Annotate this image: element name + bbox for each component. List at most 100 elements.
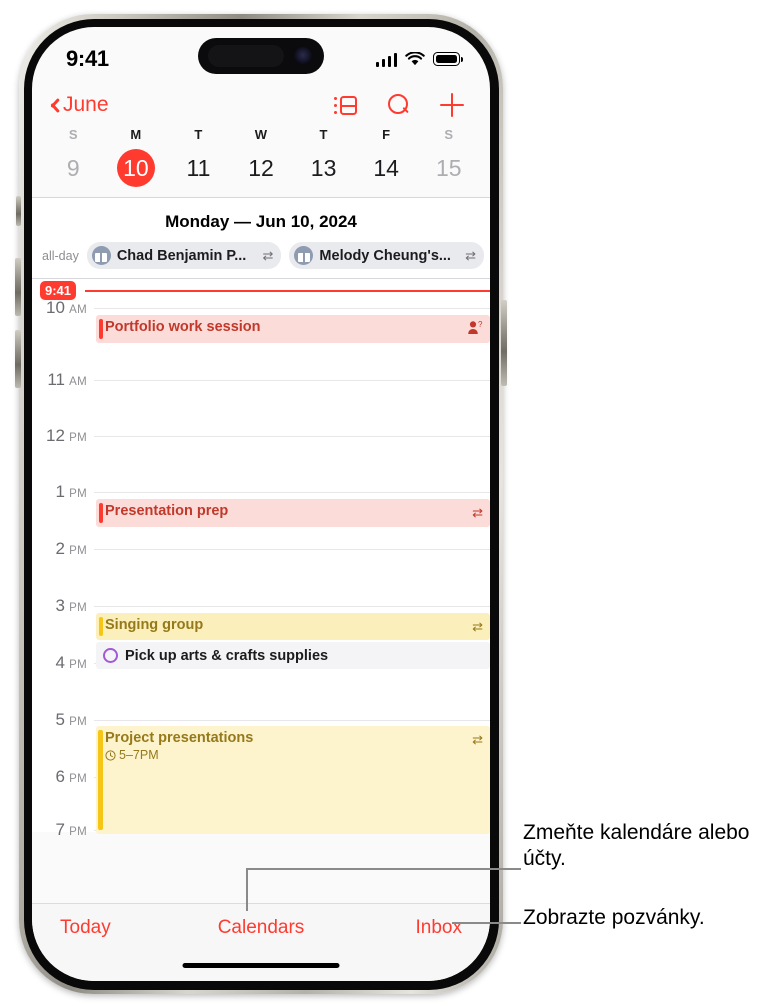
week-day-14[interactable]: 14	[355, 149, 418, 187]
event-presentation-prep[interactable]: Presentation prep ⇄	[96, 499, 490, 527]
week-day-11[interactable]: 11	[167, 149, 230, 187]
hour-number: 1	[55, 482, 65, 501]
hour-ampm: PM	[69, 488, 87, 500]
current-time-label: 9:41	[40, 281, 77, 300]
search-icon[interactable]	[387, 93, 410, 117]
svg-text:?: ?	[478, 321, 483, 329]
week-day-12[interactable]: 12	[230, 149, 293, 187]
today-button[interactable]: Today	[32, 917, 194, 939]
event-title: Presentation prep	[105, 503, 229, 519]
date-number: 14	[373, 154, 399, 181]
repeat-icon: ⇄	[472, 505, 483, 520]
weekday-label: W	[254, 127, 268, 142]
back-to-june-button[interactable]: June	[46, 93, 109, 117]
hour-ampm: PM	[69, 716, 87, 728]
silent-switch[interactable]	[16, 196, 21, 226]
calendars-button[interactable]: Calendars	[194, 917, 328, 939]
repeat-icon: ⇄	[472, 732, 483, 747]
hour-ampm: PM	[69, 826, 87, 838]
clock-icon	[105, 749, 116, 761]
repeat-icon: ⇄	[465, 248, 477, 263]
hour-number: 6	[55, 767, 65, 786]
event-time-text: 5–7PM	[119, 748, 159, 762]
hour-number: 3	[55, 596, 65, 615]
week-day-13[interactable]: 13	[292, 149, 355, 187]
event-title: Portfolio work session	[105, 319, 261, 335]
weekday-label: T	[194, 127, 203, 142]
reminder-pick-up-arts-crafts[interactable]: Pick up arts & crafts supplies	[96, 642, 490, 669]
event-singing-group[interactable]: Singing group ⇄	[96, 613, 490, 640]
date-number: 11	[186, 154, 211, 181]
hour-ampm: PM	[69, 659, 87, 671]
hour-ampm: PM	[69, 773, 87, 785]
volume-up-button[interactable]	[15, 258, 21, 316]
hour-number: 4	[55, 653, 65, 672]
status-indicators	[375, 51, 463, 67]
inbox-button[interactable]: Inbox	[328, 917, 490, 939]
week-day-10[interactable]: 10	[105, 149, 168, 187]
event-title: Project presentations	[105, 730, 254, 746]
navigation-bar: June	[32, 85, 490, 123]
weekday-label: S	[444, 127, 454, 142]
status-time: 9:41	[66, 46, 109, 71]
weekday-label: S	[68, 127, 78, 142]
bottom-toolbar: Today Calendars Inbox	[32, 903, 490, 981]
chevron-left-icon	[46, 96, 57, 115]
dynamic-island	[198, 38, 324, 74]
event-project-presentations[interactable]: Project presentations 5–7PM ⇄	[96, 726, 490, 834]
gift-icon	[294, 246, 314, 265]
event-portfolio-work-session[interactable]: Portfolio work session ?	[96, 315, 490, 343]
nav-actions	[334, 93, 464, 117]
callout-leader-line	[246, 868, 248, 911]
day-header: Monday — Jun 10, 2024	[32, 198, 490, 242]
person-question-icon: ?	[468, 321, 483, 334]
back-button-label: June	[63, 93, 109, 116]
repeat-icon: ⇄	[472, 619, 483, 634]
hour-number: 2	[55, 539, 65, 558]
repeat-icon: ⇄	[262, 248, 274, 263]
all-day-label: all-day	[42, 248, 79, 263]
week-day-9[interactable]: 9	[42, 149, 105, 187]
gift-icon	[91, 246, 111, 265]
date-number: 15	[435, 154, 462, 181]
week-dates-row: 9 10 11 12 13 14 15	[42, 149, 480, 187]
reminder-checkbox-icon[interactable]	[103, 648, 118, 663]
hour-number: 12	[46, 426, 65, 445]
day-timeline[interactable]: 10 AM 11 AM 12 PM 1 PM 2 PM 3 PM 4 PM 5 …	[32, 279, 490, 839]
hour-ampm: PM	[69, 602, 87, 614]
battery-icon	[433, 52, 463, 66]
date-number: 9	[66, 154, 80, 181]
volume-down-button[interactable]	[15, 330, 21, 388]
power-button[interactable]	[501, 300, 507, 386]
hour-ampm: PM	[69, 432, 87, 444]
hour-number: 7	[55, 820, 65, 839]
all-day-event-chip[interactable]: Melody Cheung's... ⇄	[289, 242, 485, 269]
selected-date-pill: 10	[116, 149, 155, 187]
event-time-detail: 5–7PM	[105, 748, 484, 762]
callout-leader-line	[452, 922, 521, 924]
hour-number: 10	[46, 298, 65, 317]
hour-ampm: AM	[69, 304, 87, 316]
all-day-event-title: Chad Benjamin P...	[116, 247, 247, 264]
all-day-event-title: Melody Cheung's...	[319, 247, 451, 264]
all-day-event-chip[interactable]: Chad Benjamin P... ⇄	[86, 242, 282, 269]
week-day-15[interactable]: 15	[417, 149, 480, 187]
home-indicator[interactable]	[182, 962, 340, 968]
status-bar: 9:41	[32, 27, 490, 85]
event-title: Singing group	[105, 617, 204, 633]
hour-ampm: AM	[69, 376, 87, 388]
phone-screen: 9:41 June S M T W T F S 9 10 11 12 13 14…	[32, 27, 490, 981]
weekday-label: M	[130, 127, 142, 142]
callout-calendars: Zmeňte kalendáre alebo účty.	[523, 821, 750, 871]
weekday-labels-row: S M T W T F S	[42, 127, 480, 149]
hour-ampm: PM	[69, 545, 87, 557]
list-view-icon[interactable]	[334, 95, 357, 116]
all-day-row: all-day Chad Benjamin P... ⇄ Melody Cheu…	[32, 242, 490, 278]
plus-icon[interactable]	[440, 93, 464, 117]
week-strip: S M T W T F S 9 10 11 12 13 14 15	[32, 123, 490, 197]
hour-number: 5	[55, 710, 65, 729]
cellular-signal-icon	[375, 52, 397, 67]
weekday-label: T	[319, 127, 328, 142]
callout-leader-line	[246, 868, 521, 870]
date-number: 12	[248, 154, 274, 181]
